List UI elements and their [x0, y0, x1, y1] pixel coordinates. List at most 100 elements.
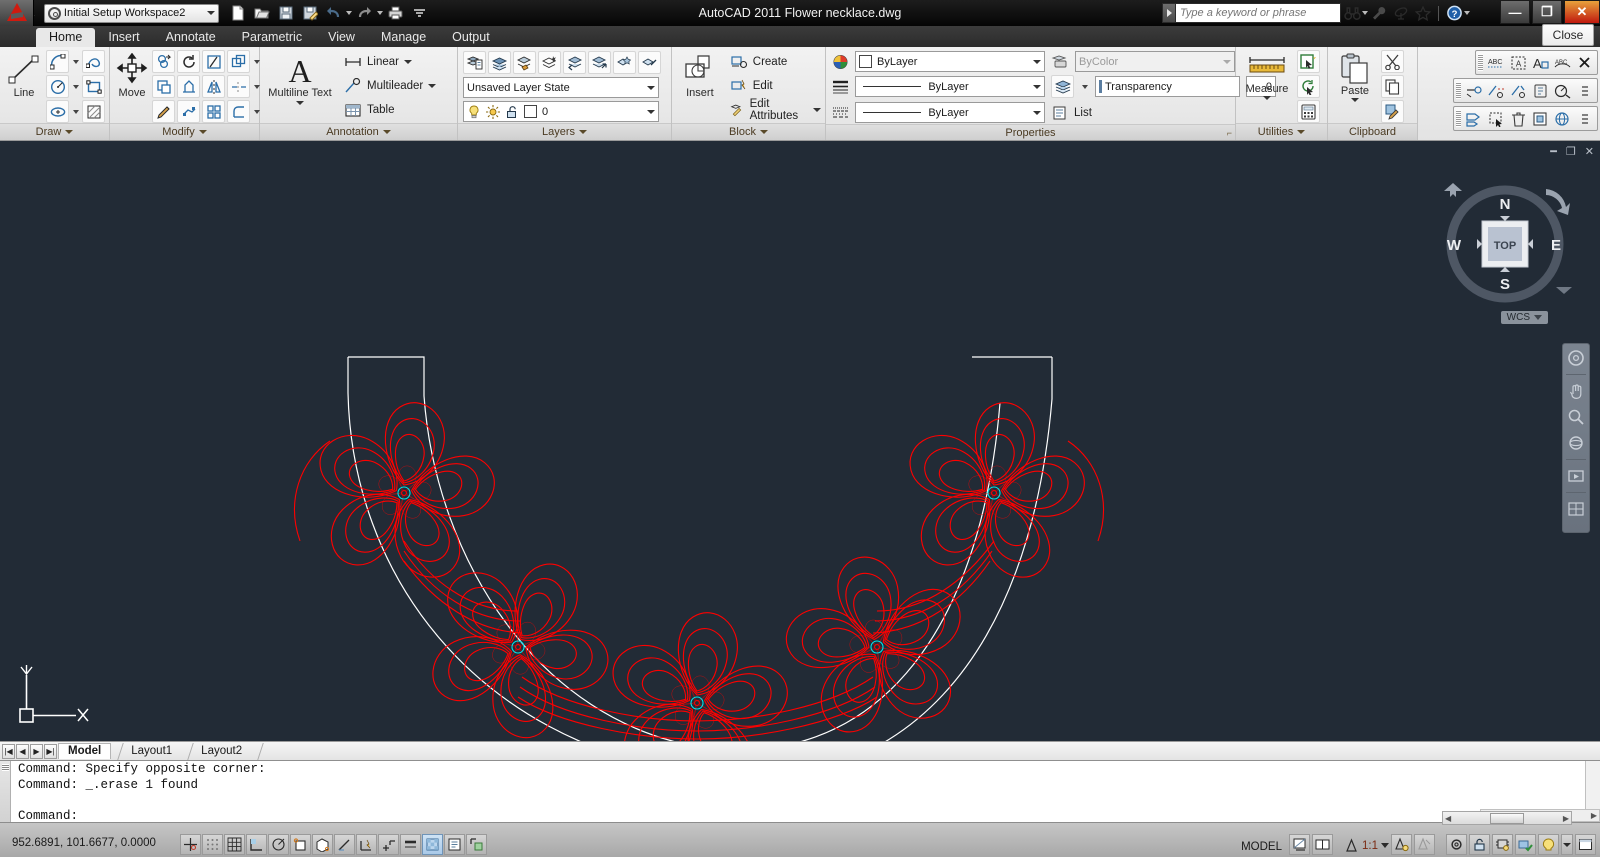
search-expander-icon[interactable]	[1162, 3, 1176, 23]
paste-dropdown-icon[interactable]	[1351, 98, 1359, 102]
layer-off-icon[interactable]	[638, 51, 661, 74]
fillet-corner-icon[interactable]	[227, 75, 250, 98]
linear-dropdown-icon[interactable]	[403, 59, 412, 64]
measure-dropdown-icon[interactable]	[1263, 96, 1271, 100]
more2-icon[interactable]	[1574, 108, 1595, 129]
ucs-selector[interactable]: WCS	[1500, 311, 1548, 324]
transparency-toggle[interactable]	[422, 834, 443, 855]
multiline-text-tool[interactable]: A Multiline Text	[264, 50, 336, 105]
table-item[interactable]: Table	[344, 98, 436, 121]
3d-object-snap-toggle[interactable]	[312, 834, 333, 855]
panel-block-title[interactable]: Block	[672, 123, 825, 140]
hatch-icon[interactable]	[82, 100, 105, 123]
standard-toolbar[interactable]	[1453, 106, 1598, 131]
restore-button[interactable]: ❐	[1532, 0, 1562, 24]
layer-match-icon[interactable]	[613, 51, 636, 74]
new-icon[interactable]	[227, 2, 249, 24]
first-layout-icon[interactable]: |◀	[2, 743, 15, 759]
lineweight-toggle[interactable]	[400, 834, 421, 855]
trim-icon[interactable]	[202, 50, 225, 73]
command-line[interactable]: Command: Specify opposite corner: Comman…	[0, 760, 1600, 823]
list-item-button[interactable]: List	[1051, 101, 1092, 124]
layer-properties-icon[interactable]	[463, 51, 486, 74]
undo-icon[interactable]	[323, 2, 345, 24]
save-icon[interactable]	[275, 2, 297, 24]
modify2-toolbar[interactable]	[1453, 78, 1598, 103]
search-input[interactable]	[1176, 3, 1341, 23]
favorites-star-icon[interactable]	[1412, 3, 1434, 23]
layer-previous-icon[interactable]	[563, 51, 586, 74]
command-history[interactable]: Command: Specify opposite corner: Comman…	[11, 761, 1585, 823]
text-toolbar[interactable]: ABC A A ABC	[1475, 50, 1598, 75]
dynamic-input-toggle[interactable]	[378, 834, 399, 855]
annotative-text-icon[interactable]: A	[1530, 52, 1551, 73]
workspace-selector[interactable]: Initial Setup Workspace2	[43, 3, 219, 23]
chevron-down-icon[interactable]	[647, 109, 655, 114]
line-tool[interactable]: Line	[4, 50, 44, 99]
explode-brush-icon[interactable]	[152, 100, 175, 123]
steering-wheel-icon[interactable]	[1566, 348, 1586, 368]
clean-screen-icon[interactable]	[1575, 834, 1596, 855]
tab-annotate[interactable]: Annotate	[153, 28, 229, 47]
annotation-scale[interactable]: 1:1	[1344, 838, 1389, 857]
lineweight-dropdown[interactable]: ByLayer	[855, 76, 1045, 97]
offset-icon[interactable]	[1464, 108, 1485, 129]
panel-modify-title[interactable]: Modify	[110, 123, 259, 140]
chevron-down-icon[interactable]	[206, 11, 215, 15]
exchange-wrench-icon[interactable]	[1368, 3, 1390, 23]
coordinate-display[interactable]: 952.6891, 101.6677, 0.0000	[0, 837, 180, 857]
block-create-item[interactable]: Create	[730, 50, 821, 73]
mirror-icon[interactable]	[202, 75, 225, 98]
chevron-down-icon[interactable]	[65, 130, 74, 134]
copy-clip-icon[interactable]	[1381, 75, 1404, 98]
tab-home[interactable]: Home	[36, 28, 96, 47]
scroll-right-icon[interactable]: ▶	[1563, 814, 1569, 823]
tab-output[interactable]: Output	[439, 28, 503, 47]
scroll-left-icon[interactable]: ◀	[1445, 814, 1451, 823]
tab-insert[interactable]: Insert	[95, 28, 152, 47]
stretch-icon[interactable]	[152, 75, 175, 98]
chevron-down-icon[interactable]	[647, 85, 655, 90]
help-dropdown-icon[interactable]	[1464, 11, 1470, 15]
layer-isolate-icon[interactable]	[513, 51, 536, 74]
chevron-down-icon[interactable]	[579, 130, 588, 134]
hide-toolbars-icon[interactable]	[1538, 834, 1559, 855]
command-line-grip[interactable]	[0, 761, 11, 822]
last-layout-icon[interactable]: ▶|	[44, 743, 57, 759]
chevron-down-icon[interactable]	[1297, 130, 1306, 134]
plot-style-dropdown[interactable]: ByColor	[1075, 51, 1235, 72]
tab-layout1[interactable]: Layout1	[122, 744, 181, 759]
pan-icon[interactable]	[1566, 381, 1586, 401]
showmotion-icon[interactable]	[1566, 466, 1586, 486]
tab-model[interactable]: Model	[58, 743, 112, 759]
scale-icon[interactable]	[177, 75, 200, 98]
plot-icon[interactable]	[385, 2, 407, 24]
linetype-dropdown[interactable]: ByLayer	[855, 102, 1045, 123]
text-frame-icon[interactable]: A	[1508, 52, 1529, 73]
search-binoculars-icon[interactable]	[1341, 3, 1363, 23]
help-icon[interactable]: ?	[1443, 3, 1465, 23]
fillet-icon[interactable]	[227, 100, 250, 123]
circle-icon[interactable]	[46, 75, 69, 98]
snap-mode-toggle[interactable]	[202, 834, 223, 855]
isolate-objects-icon[interactable]	[1515, 834, 1536, 855]
panel-utilities-title[interactable]: Utilities	[1236, 123, 1327, 140]
scrollbar-thumb[interactable]	[1490, 812, 1524, 824]
move-tool[interactable]: Move	[114, 50, 150, 99]
saveas-icon[interactable]	[299, 2, 321, 24]
panel-properties-title[interactable]: Properties	[826, 124, 1235, 140]
panel-layers-title[interactable]: Layers	[458, 123, 671, 140]
copy-clip-icon[interactable]	[1530, 80, 1551, 101]
chevron-down-icon[interactable]	[198, 130, 207, 134]
layer-make-current-icon[interactable]	[588, 51, 611, 74]
tab-manage[interactable]: Manage	[368, 28, 439, 47]
ellipse-icon[interactable]	[46, 100, 69, 123]
edit-attributes-item[interactable]: Edit Attributes	[730, 98, 821, 122]
viewport-controls-icon[interactable]	[1566, 499, 1586, 519]
transparency-dropdown-icon[interactable]	[1080, 75, 1089, 98]
break-icon[interactable]	[1486, 80, 1507, 101]
chevron-down-icon[interactable]	[1534, 315, 1542, 320]
insert-block-tool[interactable]: Insert	[676, 50, 724, 99]
match-properties-icon[interactable]	[1381, 100, 1404, 123]
layer-state-dropdown[interactable]: Unsaved Layer State	[463, 77, 659, 98]
